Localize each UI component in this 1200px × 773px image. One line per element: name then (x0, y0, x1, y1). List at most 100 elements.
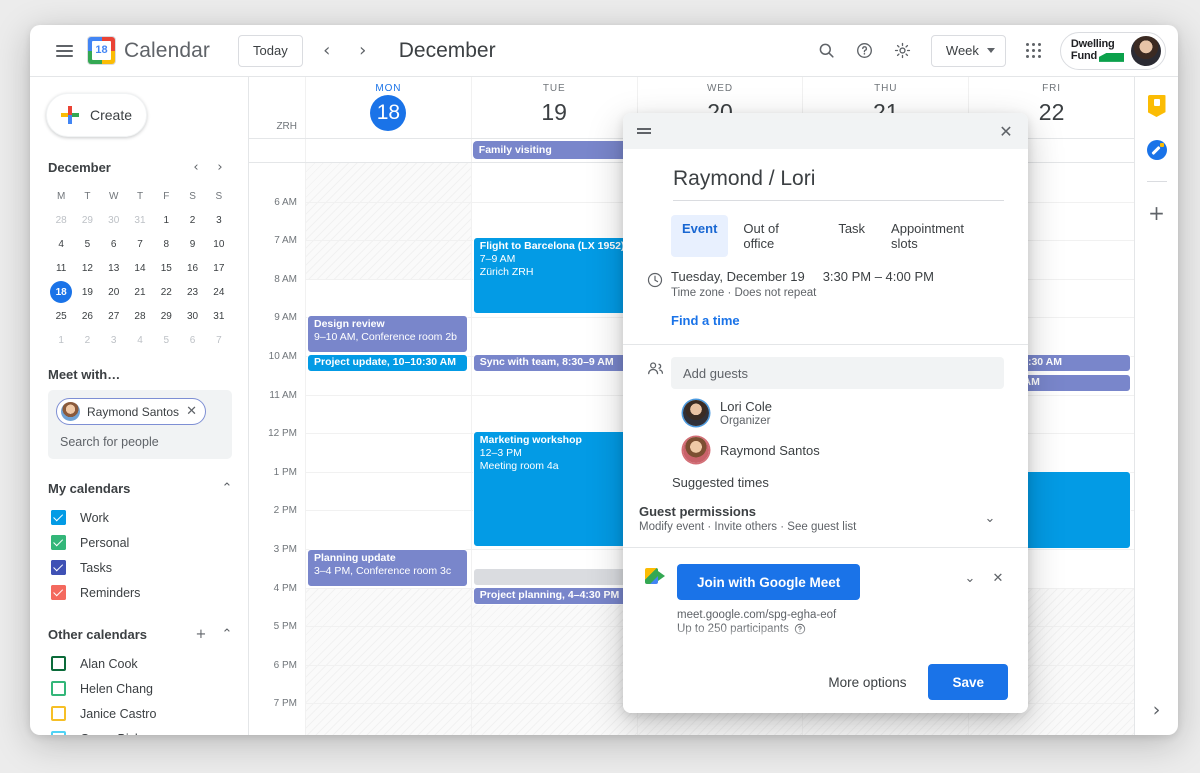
view-selector[interactable]: Week (930, 34, 1006, 67)
calendar-list-item[interactable]: Janice Castro (48, 701, 238, 726)
day-number[interactable]: 19 (472, 97, 637, 127)
mini-calendar-day[interactable]: 6 (179, 329, 205, 351)
mini-calendar-day[interactable]: 2 (179, 209, 205, 231)
calendar-event[interactable]: Marketing workshop 12–3 PM Meeting room 4a (472, 431, 634, 547)
calendar-list-item[interactable]: Alan Cook (48, 651, 238, 676)
calendar-event[interactable] (472, 568, 634, 586)
mini-calendar-day[interactable]: 13 (101, 257, 127, 279)
mini-calendar-day[interactable]: 9 (179, 233, 205, 255)
mini-calendar-day[interactable]: 4 (127, 329, 153, 351)
mini-calendar-day[interactable]: 23 (179, 281, 205, 303)
calendar-list-item[interactable]: Work (48, 505, 238, 530)
calendar-list-item[interactable]: Tasks (48, 555, 238, 580)
mini-calendar-day[interactable]: 21 (127, 281, 153, 303)
calendar-event[interactable]: Flight to Barcelona (LX 1952) 7–9 AM Züric… (472, 237, 634, 314)
calendar-checkbox[interactable] (51, 560, 66, 575)
mini-calendar-day[interactable]: 6 (101, 233, 127, 255)
mini-calendar-day[interactable]: 18 (50, 281, 73, 303)
mini-calendar-day[interactable]: 19 (74, 281, 100, 303)
mini-calendar-day[interactable]: 8 (153, 233, 179, 255)
mini-calendar-day[interactable]: 10 (206, 233, 232, 255)
mini-calendar-day[interactable]: 15 (153, 257, 179, 279)
event-title-input[interactable]: Raymond / Lori (673, 167, 1004, 201)
popup-drag-bar[interactable]: ✕ (623, 113, 1028, 149)
mini-calendar-day[interactable]: 31 (127, 209, 153, 231)
calendar-event[interactable]: Sync with team, 8:30–9 AM (472, 354, 634, 372)
help-icon[interactable] (794, 623, 806, 635)
today-button[interactable]: Today (238, 34, 303, 67)
suggested-times-link[interactable]: Suggested times (672, 475, 1028, 490)
add-other-calendar-icon[interactable]: + (190, 623, 212, 645)
event-time-range[interactable]: 3:30 PM – 4:00 PM (823, 269, 934, 284)
calendar-event[interactable]: Design review 9–10 AM, Conference room 2b (307, 315, 468, 353)
mini-calendar-day[interactable]: 24 (206, 281, 232, 303)
event-repeat-info[interactable]: Time zone · Does not repeat (671, 287, 1004, 299)
calendar-list-item[interactable]: Personal (48, 530, 238, 555)
mini-calendar-day[interactable]: 7 (206, 329, 232, 351)
event-type-tab[interactable]: Event (671, 215, 729, 257)
add-guests-input[interactable]: Add guests (671, 357, 1004, 389)
close-icon[interactable]: ✕ (186, 405, 197, 418)
meet-expand-icon[interactable]: ⌄ (956, 564, 984, 592)
mini-calendar-day[interactable]: 31 (206, 305, 232, 327)
mini-calendar-day[interactable]: 1 (153, 209, 179, 231)
event-type-tab[interactable]: Out of office (732, 215, 823, 257)
join-google-meet-button[interactable]: Join with Google Meet (677, 564, 861, 600)
mini-calendar-day[interactable]: 14 (127, 257, 153, 279)
mini-calendar-day[interactable]: 5 (74, 233, 100, 255)
mini-calendar-day[interactable]: 17 (206, 257, 232, 279)
mini-calendar-day[interactable]: 28 (127, 305, 153, 327)
chevron-down-icon[interactable]: ⌄ (976, 505, 1004, 533)
google-apps-button[interactable] (1016, 33, 1052, 69)
mini-calendar-day[interactable]: 11 (48, 257, 74, 279)
mini-calendar-day[interactable]: 1 (48, 329, 74, 351)
calendar-checkbox[interactable] (51, 656, 66, 671)
mini-calendar-day[interactable]: 3 (206, 209, 232, 231)
other-calendars-collapse-icon[interactable]: ⌃ (216, 623, 238, 645)
meet-remove-icon[interactable]: ✕ (984, 564, 1012, 592)
event-date[interactable]: Tuesday, December 19 (671, 269, 805, 284)
my-calendars-collapse-icon[interactable]: ⌃ (216, 477, 238, 499)
event-type-tab[interactable]: Task (827, 215, 876, 257)
mini-calendar-prev-button[interactable]: ‹ (184, 155, 208, 179)
mini-calendar-day[interactable]: 29 (153, 305, 179, 327)
mini-calendar-day[interactable]: 3 (101, 329, 127, 351)
guest-row[interactable]: Raymond Santos (671, 437, 1004, 463)
mini-calendar-next-button[interactable]: › (208, 155, 232, 179)
event-type-tab[interactable]: Appointment slots (880, 215, 1004, 257)
mini-calendar-day[interactable]: 26 (74, 305, 100, 327)
mini-calendar-day[interactable]: 16 (179, 257, 205, 279)
account-chip[interactable]: Dwelling Fund (1059, 31, 1166, 70)
mini-calendar-day[interactable]: 22 (153, 281, 179, 303)
main-menu-icon[interactable] (46, 33, 82, 69)
mini-calendar-day[interactable]: 20 (101, 281, 127, 303)
calendar-event[interactable]: Project planning, 4–4:30 PM (472, 587, 634, 605)
help-button[interactable] (847, 33, 883, 69)
mini-calendar-day[interactable]: 2 (74, 329, 100, 351)
day-header[interactable]: TUE 19 (470, 77, 637, 138)
guest-row[interactable]: Lori Cole Organizer (671, 399, 1004, 427)
mini-calendar-day[interactable]: 30 (179, 305, 205, 327)
mini-calendar-day[interactable]: 27 (101, 305, 127, 327)
calendar-list-item[interactable]: Grace Bishop (48, 726, 238, 735)
calendar-checkbox[interactable] (51, 535, 66, 550)
calendar-checkbox[interactable] (51, 585, 66, 600)
mini-calendar-day[interactable]: 28 (48, 209, 74, 231)
calendar-checkbox[interactable] (51, 681, 66, 696)
mini-calendar-day[interactable]: 25 (48, 305, 74, 327)
next-period-button[interactable]: › (345, 33, 381, 69)
settings-button[interactable] (885, 33, 921, 69)
google-keep-button[interactable] (1142, 91, 1172, 121)
search-people-input[interactable]: Search for people (56, 435, 224, 449)
day-number[interactable]: 18 (370, 95, 407, 131)
meet-link-url[interactable]: meet.google.com/spg-egha-eof (677, 609, 956, 621)
find-a-time-link[interactable]: Find a time (671, 313, 740, 328)
calendar-checkbox[interactable] (51, 731, 66, 735)
day-column[interactable]: Design review 9–10 AM, Conference room 2b… (305, 163, 471, 735)
calendar-checkbox[interactable] (51, 706, 66, 721)
more-options-button[interactable]: More options (818, 667, 916, 698)
search-button[interactable] (809, 33, 845, 69)
all-day-cell[interactable]: Family visiting (470, 139, 637, 162)
all-day-event[interactable]: Family visiting (472, 141, 635, 159)
previous-period-button[interactable]: ‹ (309, 33, 345, 69)
